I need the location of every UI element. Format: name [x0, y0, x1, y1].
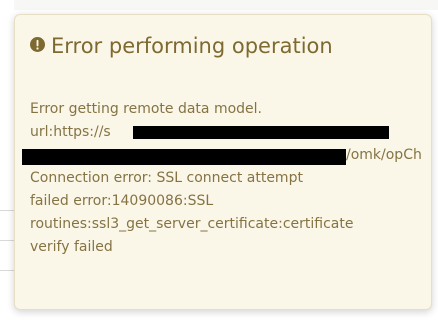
error-title-text: Error performing operation: [51, 34, 333, 58]
background-window-top: [0, 0, 438, 10]
exclamation-circle-icon-graphic: [30, 37, 45, 52]
background-divider: [0, 240, 14, 241]
error-url-line: url:https://s: [30, 121, 111, 144]
error-title: Error performing operation: [30, 31, 390, 60]
error-popover: Error performing operation Error getting…: [14, 14, 432, 310]
error-line-6: routines:ssl3_get_server_certificate:cer…: [30, 216, 354, 232]
error-url-suffix: /omk/opCh: [346, 147, 422, 163]
background-divider: [0, 210, 14, 211]
error-line-5: failed error:14090086:SSL: [30, 193, 214, 209]
background-list-hints: [0, 210, 14, 315]
error-line-4: Connection error: SSL connect attempt: [30, 170, 303, 186]
error-line-7: verify failed: [30, 239, 113, 255]
error-url-prefix: url:https://s: [30, 124, 111, 140]
redaction-bar: [133, 126, 389, 139]
error-line-1: Error getting remote data model.: [30, 101, 262, 117]
redaction-bar: [22, 149, 346, 165]
background-divider: [0, 270, 14, 271]
exclamation-circle-icon: [30, 31, 45, 52]
